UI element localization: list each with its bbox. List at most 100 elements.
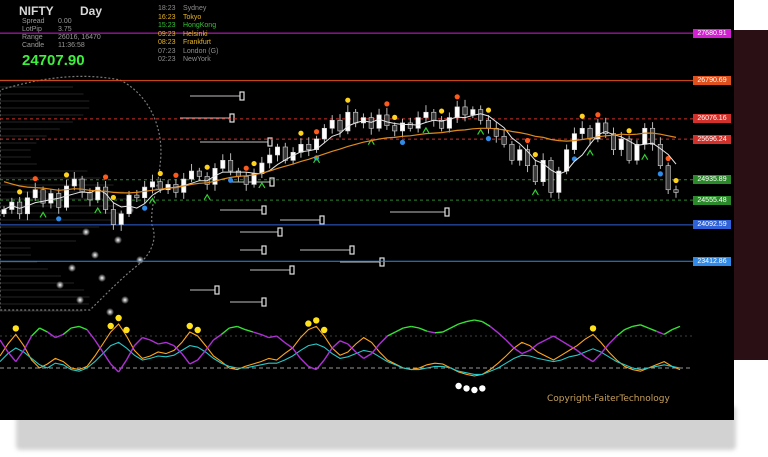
timeframe-label: Day xyxy=(80,4,103,18)
range-value: 26016, 16470 xyxy=(58,34,101,41)
session-name: Frankfurt xyxy=(183,39,212,46)
osc-trough-dot xyxy=(471,386,478,394)
candle-body xyxy=(587,127,593,140)
oscillator-segment xyxy=(458,320,467,325)
candle-body xyxy=(87,192,93,201)
oscillator-segment xyxy=(213,333,222,341)
buy-arrow xyxy=(531,188,539,196)
oscillator-segment xyxy=(339,340,349,345)
candle-row: Candle 11:36:58 xyxy=(22,42,85,49)
candle-body xyxy=(1,209,7,215)
oscillator-segment xyxy=(379,335,388,345)
oscillator-segment xyxy=(7,351,17,363)
osc-peak-dot xyxy=(320,326,328,334)
oscillator-segment xyxy=(600,343,610,355)
candle-body xyxy=(48,193,54,204)
osc-peak-dot xyxy=(107,322,114,330)
signal-dot xyxy=(313,129,320,135)
signal-dot xyxy=(63,172,70,178)
osc-peak-dot xyxy=(305,320,312,327)
candle-body xyxy=(149,181,155,188)
oscillator-segment xyxy=(584,356,594,363)
oscillator-segment xyxy=(616,329,626,337)
oscillator-segment xyxy=(133,337,143,347)
session-name: Tokyo xyxy=(183,13,202,21)
candle-body xyxy=(274,146,280,156)
signal-dot xyxy=(228,177,234,183)
candle-body xyxy=(564,149,570,172)
candle-body xyxy=(532,165,538,183)
oscillator-line xyxy=(0,341,681,375)
stage: NIFTY Day Spread 0.00 LotPip 3.75 Range … xyxy=(0,0,768,457)
oscillator-segment xyxy=(299,357,309,367)
candle-body xyxy=(415,117,421,129)
oscillator-segment xyxy=(236,325,246,331)
signal-dot xyxy=(399,139,406,145)
oscillator-segment xyxy=(561,340,570,347)
signal-dot xyxy=(524,137,531,144)
streak-node xyxy=(379,257,385,267)
oscillator-segment xyxy=(220,327,230,335)
oscillator-segment xyxy=(118,359,128,373)
oscillator-segment xyxy=(252,331,262,336)
candle-body xyxy=(353,111,359,124)
signal-dot xyxy=(102,174,109,180)
candle-body xyxy=(103,186,109,210)
oscillator-segment xyxy=(395,327,404,333)
candle-body xyxy=(71,178,77,187)
signal-dot xyxy=(392,114,398,120)
candle-body xyxy=(282,146,288,161)
session-row: 02:23 NewYork xyxy=(158,56,211,63)
signal-dot xyxy=(243,165,249,171)
session-name: NewYork xyxy=(183,56,211,63)
streak-node xyxy=(214,285,220,295)
streak-node xyxy=(319,215,325,225)
candle-body xyxy=(110,209,116,225)
signal-dot xyxy=(454,94,460,100)
session-time: 18:23 xyxy=(158,5,176,12)
oscillator-segment xyxy=(142,336,151,341)
signal-dot xyxy=(626,128,632,134)
session-row: 08:23 Frankfurt xyxy=(158,39,211,46)
symbol-label: NIFTY xyxy=(19,4,54,18)
candle-body xyxy=(423,111,429,118)
oscillator-segment xyxy=(125,345,136,361)
oscillator-segment xyxy=(403,325,412,329)
oscillator-segment xyxy=(434,331,443,334)
oscillator-segment xyxy=(545,335,554,341)
oscillator-segment xyxy=(276,335,286,343)
candle-body xyxy=(665,165,671,191)
streak-node xyxy=(229,113,235,123)
session-row: 15:23 HongKong xyxy=(158,22,216,29)
signal-dot xyxy=(56,216,62,222)
glow-dot xyxy=(56,281,64,289)
signal-dot xyxy=(595,112,601,118)
candle-body xyxy=(376,114,382,129)
buy-arrow xyxy=(422,126,430,134)
oscillator-segment xyxy=(31,327,41,337)
buy-arrow xyxy=(586,149,594,156)
oscillator-segment xyxy=(229,325,238,329)
signal-dot xyxy=(384,101,390,107)
signal-dot xyxy=(204,164,210,170)
oscillator-segment xyxy=(553,335,562,342)
oscillator-segment xyxy=(513,347,523,355)
signal-dot xyxy=(110,194,116,201)
oscillator-segment xyxy=(363,353,372,359)
candle-body xyxy=(360,117,366,124)
level-price-label: 26076.16 xyxy=(693,114,731,124)
oscillator-segment xyxy=(592,353,602,363)
signal-dot xyxy=(142,205,148,211)
level-price-label: 25696.24 xyxy=(693,134,731,144)
oscillator-segment xyxy=(608,335,618,345)
info-panel: NIFTY Day Spread 0.00 LotPip 3.75 Range … xyxy=(0,0,260,72)
candle-body xyxy=(259,162,265,175)
streak-node xyxy=(349,245,355,255)
oscillator-segment xyxy=(426,330,436,334)
oscillator-segment xyxy=(371,343,381,355)
signal-dot xyxy=(251,160,257,167)
chart-panel[interactable]: NIFTY Day Spread 0.00 LotPip 3.75 Range … xyxy=(0,0,734,420)
candle-body xyxy=(329,119,335,129)
panel-edge xyxy=(734,30,768,360)
glow-dot xyxy=(98,274,106,282)
